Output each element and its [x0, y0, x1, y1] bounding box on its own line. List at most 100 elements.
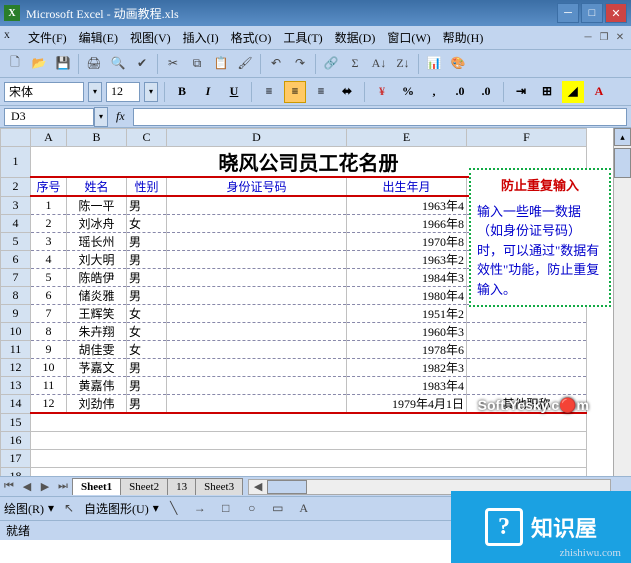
- maximize-button[interactable]: □: [581, 3, 603, 23]
- scroll-thumb[interactable]: [267, 480, 307, 494]
- column-header[interactable]: A: [31, 129, 67, 147]
- cell[interactable]: 男: [127, 269, 167, 287]
- copy-icon[interactable]: ⧉: [186, 53, 208, 75]
- oval-icon[interactable]: ○: [241, 498, 263, 520]
- cell[interactable]: [167, 323, 347, 341]
- row-header[interactable]: 10: [1, 323, 31, 341]
- cell[interactable]: 女: [127, 323, 167, 341]
- cell[interactable]: 1979年4月1日: [347, 395, 467, 414]
- align-left-button[interactable]: ≡: [258, 81, 280, 103]
- column-header[interactable]: F: [467, 129, 587, 147]
- row-header[interactable]: 12: [1, 359, 31, 377]
- cell[interactable]: 男: [127, 251, 167, 269]
- fx-icon[interactable]: fx: [116, 109, 125, 124]
- doc-close-button[interactable]: ✕: [613, 31, 627, 45]
- row-header[interactable]: 3: [1, 196, 31, 215]
- row-header[interactable]: 17: [1, 449, 31, 467]
- doc-restore-button[interactable]: ❐: [597, 31, 611, 45]
- cell[interactable]: 胡佳雯: [67, 341, 127, 359]
- select-all-corner[interactable]: [1, 129, 31, 147]
- textbox-icon[interactable]: ▭: [267, 498, 289, 520]
- tab-next-icon[interactable]: ▶: [36, 480, 54, 493]
- cell[interactable]: 王辉笑: [67, 305, 127, 323]
- paste-icon[interactable]: 📋: [210, 53, 232, 75]
- undo-icon[interactable]: ↶: [265, 53, 287, 75]
- cell[interactable]: 1966年8: [347, 215, 467, 233]
- cell[interactable]: 11: [31, 377, 67, 395]
- row-header[interactable]: 1: [1, 147, 31, 178]
- row-header[interactable]: 11: [1, 341, 31, 359]
- sheet-tab[interactable]: 13: [167, 478, 196, 495]
- cell[interactable]: 出生年月: [347, 177, 467, 196]
- cell[interactable]: [31, 431, 587, 449]
- size-dropdown-icon[interactable]: ▾: [144, 82, 158, 102]
- tab-prev-icon[interactable]: ◀: [18, 480, 36, 493]
- scroll-left-icon[interactable]: ◀: [249, 480, 267, 494]
- sort-desc-icon[interactable]: Z↓: [392, 53, 414, 75]
- size-selector[interactable]: 12: [106, 82, 140, 102]
- cell[interactable]: 黄嘉伟: [67, 377, 127, 395]
- sort-asc-icon[interactable]: A↓: [368, 53, 390, 75]
- format-painter-icon[interactable]: 🖌: [234, 53, 256, 75]
- new-icon[interactable]: 🗋: [4, 53, 26, 75]
- font-dropdown-icon[interactable]: ▾: [88, 82, 102, 102]
- cell[interactable]: 1970年8: [347, 233, 467, 251]
- row-header[interactable]: 16: [1, 431, 31, 449]
- percent-button[interactable]: %: [397, 81, 419, 103]
- line-icon[interactable]: ╲: [163, 498, 185, 520]
- cell[interactable]: 1980年4: [347, 287, 467, 305]
- namebox-dropdown-icon[interactable]: ▾: [94, 107, 108, 127]
- sheet-tab[interactable]: Sheet2: [120, 478, 168, 495]
- cell[interactable]: 1978年6: [347, 341, 467, 359]
- cut-icon[interactable]: ✂: [162, 53, 184, 75]
- cell[interactable]: 朱卉翔: [67, 323, 127, 341]
- tab-first-icon[interactable]: ⏮: [0, 480, 18, 493]
- cell[interactable]: [167, 377, 347, 395]
- cell[interactable]: 1984年3: [347, 269, 467, 287]
- row-header[interactable]: 9: [1, 305, 31, 323]
- cell[interactable]: [467, 323, 587, 341]
- cell[interactable]: 刘劲伟: [67, 395, 127, 414]
- formula-bar[interactable]: [133, 108, 627, 126]
- cell[interactable]: [167, 359, 347, 377]
- menu-item[interactable]: 文件(F): [22, 28, 73, 48]
- cell[interactable]: [167, 287, 347, 305]
- underline-button[interactable]: U: [223, 81, 245, 103]
- cell[interactable]: [167, 305, 347, 323]
- cell[interactable]: 1960年3: [347, 323, 467, 341]
- column-header[interactable]: E: [347, 129, 467, 147]
- cell[interactable]: 男: [127, 395, 167, 414]
- draw-menu[interactable]: 绘图(R): [4, 500, 44, 517]
- cell[interactable]: [167, 269, 347, 287]
- cell[interactable]: [467, 305, 587, 323]
- column-header[interactable]: D: [167, 129, 347, 147]
- cell[interactable]: 女: [127, 341, 167, 359]
- cell[interactable]: 女: [127, 305, 167, 323]
- redo-icon[interactable]: ↷: [289, 53, 311, 75]
- cell[interactable]: 5: [31, 269, 67, 287]
- scroll-thumb[interactable]: [614, 148, 631, 178]
- name-box[interactable]: D3: [4, 108, 94, 126]
- cell[interactable]: 储炎雅: [67, 287, 127, 305]
- cell[interactable]: 7: [31, 305, 67, 323]
- bold-button[interactable]: B: [171, 81, 193, 103]
- currency-button[interactable]: ¥: [371, 81, 393, 103]
- cell[interactable]: 1983年4: [347, 377, 467, 395]
- rect-icon[interactable]: □: [215, 498, 237, 520]
- row-header[interactable]: 15: [1, 413, 31, 431]
- autoshapes-menu[interactable]: 自选图形(U): [84, 500, 149, 517]
- cell[interactable]: 9: [31, 341, 67, 359]
- cell[interactable]: 男: [127, 287, 167, 305]
- column-header[interactable]: B: [67, 129, 127, 147]
- cell[interactable]: 6: [31, 287, 67, 305]
- cell[interactable]: 刘冰舟: [67, 215, 127, 233]
- cell[interactable]: 序号: [31, 177, 67, 196]
- menu-item[interactable]: 编辑(E): [73, 28, 124, 48]
- preview-icon[interactable]: 🔍: [107, 53, 129, 75]
- align-center-button[interactable]: ≡: [284, 81, 306, 103]
- menu-item[interactable]: 窗口(W): [381, 28, 436, 48]
- cell[interactable]: 身份证号码: [167, 177, 347, 196]
- font-selector[interactable]: 宋体: [4, 82, 84, 102]
- cell[interactable]: [467, 359, 587, 377]
- row-header[interactable]: 18: [1, 467, 31, 476]
